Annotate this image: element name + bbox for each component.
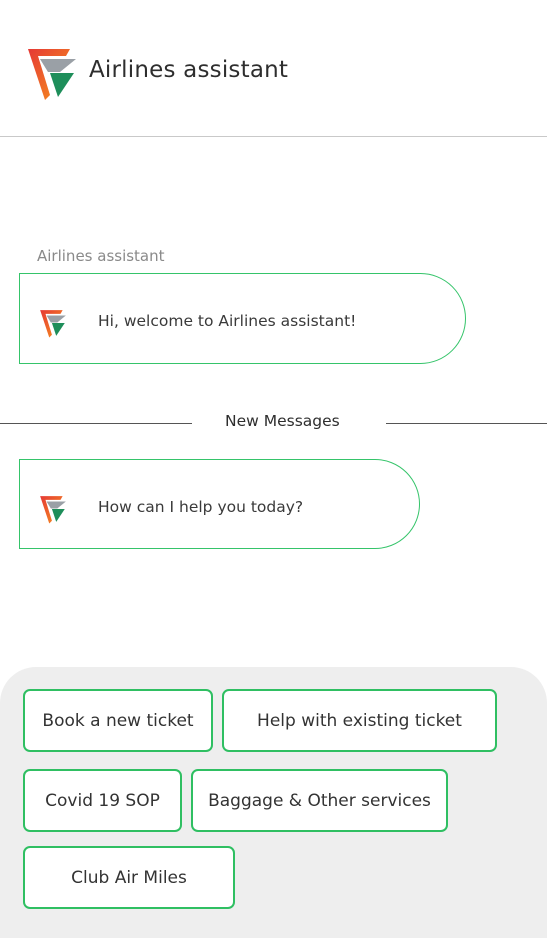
quick-reply-club-air-miles[interactable]: Club Air Miles xyxy=(23,846,235,909)
quick-reply-covid-sop[interactable]: Covid 19 SOP xyxy=(23,769,182,832)
quick-reply-help-existing-ticket[interactable]: Help with existing ticket xyxy=(222,689,497,752)
chat-header: Airlines assistant xyxy=(0,0,547,137)
bot-message-bubble: How can I help you today? xyxy=(19,459,420,549)
quick-reply-baggage-services[interactable]: Baggage & Other services xyxy=(191,769,448,832)
new-messages-divider-label: New Messages xyxy=(225,412,340,430)
divider-line xyxy=(0,423,192,424)
divider-line xyxy=(386,423,547,424)
message-text: How can I help you today? xyxy=(98,498,304,516)
bot-avatar-icon xyxy=(40,496,66,524)
airline-logo-icon xyxy=(28,49,76,100)
header-title: Airlines assistant xyxy=(89,57,289,83)
bot-message-bubble: Hi, welcome to Airlines assistant! xyxy=(19,273,466,364)
sender-name: Airlines assistant xyxy=(37,247,165,265)
message-text: Hi, welcome to Airlines assistant! xyxy=(98,312,357,330)
bot-avatar-icon xyxy=(40,310,66,338)
quick-replies-panel: Book a new ticket Help with existing tic… xyxy=(0,667,547,938)
quick-reply-book-new-ticket[interactable]: Book a new ticket xyxy=(23,689,213,752)
